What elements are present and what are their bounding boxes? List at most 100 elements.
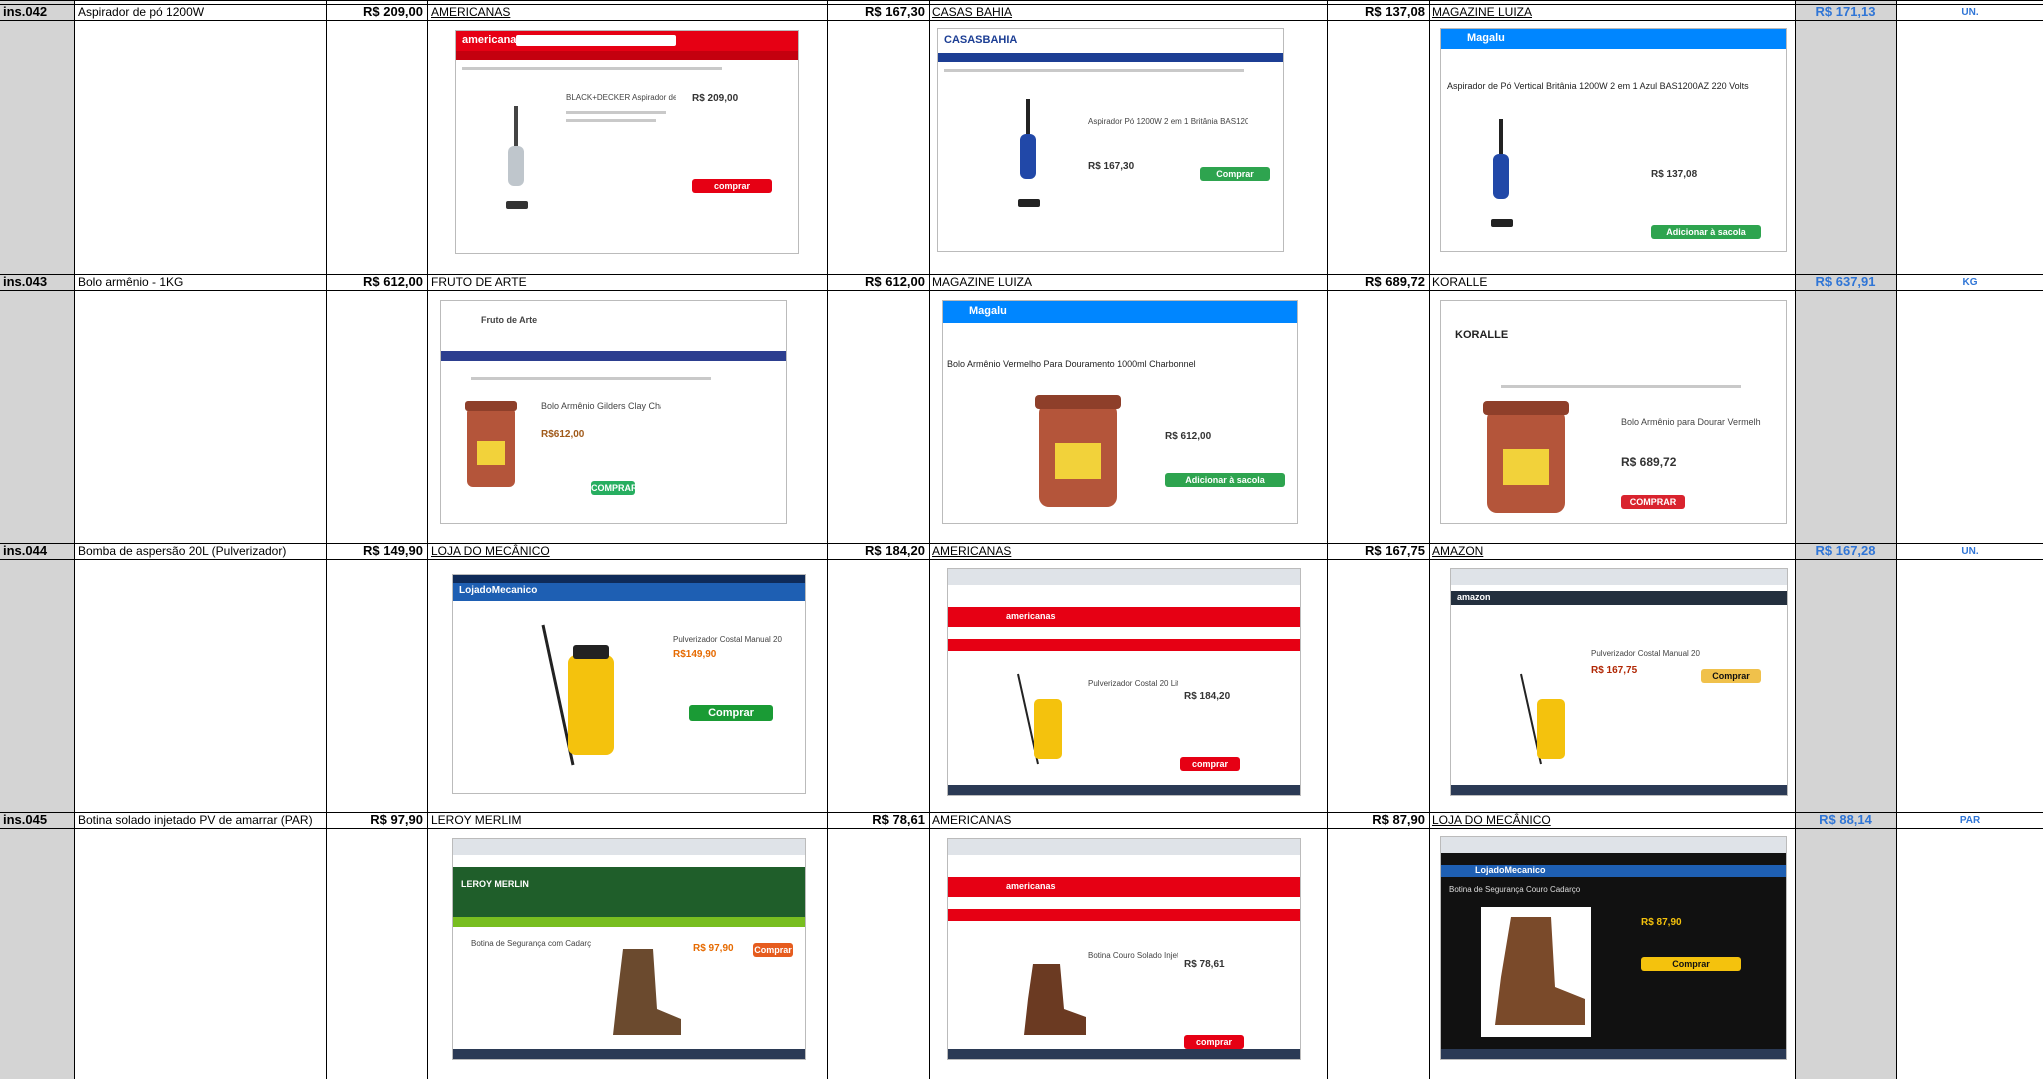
store-screenshot: CASASBAHIA Aspirador Pó 1200W 2 em 1 Bri… — [937, 28, 1284, 252]
price-2: R$ 184,20 — [865, 544, 925, 558]
store-logo: CASASBAHIA — [944, 34, 1018, 46]
average-price: R$ 167,28 — [1815, 544, 1876, 558]
store-3: LOJA DO MECÂNICO — [1432, 813, 1551, 827]
price-3: R$ 87,90 — [1372, 813, 1425, 827]
avg-column-bg — [1795, 0, 1896, 1079]
sprayer-image — [1017, 673, 1062, 765]
store-logo: americanas — [1006, 881, 1056, 891]
product-title: Botina Couro Solado Injetado — [1088, 951, 1178, 960]
store-logo: LojadoMecanico — [1475, 865, 1546, 875]
buy-button[interactable]: Adicionar à sacola — [1165, 473, 1285, 487]
store-2: MAGAZINE LUIZA — [932, 275, 1033, 289]
store-1: AMERICANAS — [431, 5, 511, 19]
store-1: LOJA DO MECÂNICO — [431, 544, 550, 558]
price-2: R$ 78,61 — [872, 813, 925, 827]
item-name: Aspirador de pó 1200W — [78, 5, 205, 19]
boot-image — [613, 949, 681, 1035]
store-1: FRUTO DE ARTE — [431, 275, 527, 289]
product-title: Botina de Segurança Couro Cadarço — [1449, 885, 1581, 894]
product-title: Bolo Armênio para Dourar Vermelho 1000ml… — [1621, 417, 1761, 427]
store-2: AMERICANAS — [932, 813, 1012, 827]
average-price: R$ 637,91 — [1815, 275, 1876, 289]
store-logo: Fruto de Arte — [481, 315, 538, 325]
buy-button[interactable]: comprar — [692, 179, 772, 193]
unit: KG — [1962, 277, 1978, 288]
product-price: R$ 137,08 — [1651, 169, 1698, 180]
store-3: MAGAZINE LUIZA — [1432, 5, 1533, 19]
store-screenshot: Fruto de Arte Bolo Armênio Gilders Clay … — [440, 300, 787, 524]
store-screenshot: KORALLE Bolo Armênio para Dourar Vermelh… — [1440, 300, 1787, 524]
store-screenshot: Magalu Aspirador de Pó Vertical Britânia… — [1440, 28, 1787, 252]
unit: PAR — [1959, 815, 1981, 826]
item-name: Bomba de aspersão 20L (Pulverizador) — [78, 544, 287, 558]
store-logo: Magalu — [1467, 32, 1505, 44]
price-3: R$ 137,08 — [1365, 5, 1425, 19]
boot-image — [1481, 907, 1591, 1037]
unit: UN. — [1961, 546, 1979, 557]
product-price: R$149,90 — [673, 649, 717, 660]
search-bar — [516, 35, 676, 46]
buy-button[interactable]: Comprar — [753, 943, 793, 957]
store-screenshot: americanas BLACK+DECKER Aspirador de Pó … — [455, 30, 799, 254]
buy-button[interactable]: comprar — [1180, 757, 1240, 771]
store-logo: Magalu — [969, 305, 1007, 317]
item-name: Bolo armênio - 1KG — [78, 275, 184, 289]
item-code: ins.044 — [3, 544, 48, 558]
product-price: R$ 689,72 — [1621, 455, 1677, 469]
product-title: Aspirador de Pó Vertical Britânia 1200W … — [1447, 81, 1749, 91]
buy-button[interactable]: Comprar — [1641, 957, 1741, 971]
product-title: Pulverizador Costal 20 Litros — [1088, 679, 1178, 688]
store-1: LEROY MERLIM — [431, 813, 522, 827]
price-1: R$ 97,90 — [370, 813, 423, 827]
buy-button[interactable]: Comprar — [1200, 167, 1270, 181]
product-title: Aspirador Pó 1200W 2 em 1 Britânia BAS12… — [1088, 117, 1248, 126]
vacuum-image — [506, 106, 528, 209]
store-logo: LojadoMecanico — [459, 585, 538, 596]
store-logo: LEROY MERLIN — [461, 879, 529, 889]
buy-button[interactable]: COMPRAR — [591, 481, 638, 495]
buy-button[interactable]: Comprar — [1701, 669, 1761, 683]
item-code: ins.045 — [3, 813, 48, 827]
unit: UN. — [1961, 7, 1979, 18]
store-screenshot: Magalu Bolo Armênio Vermelho Para Douram… — [942, 300, 1298, 524]
product-title: BLACK+DECKER Aspirador de Pó Vertical 12… — [566, 93, 676, 102]
product-title: Pulverizador Costal Manual 20 Litros — [673, 635, 783, 644]
boot-image — [1024, 964, 1086, 1035]
buy-button[interactable]: Adicionar à sacola — [1651, 225, 1761, 239]
buy-button[interactable]: Comprar — [689, 705, 773, 721]
price-2: R$ 612,00 — [865, 275, 925, 289]
average-price: R$ 171,13 — [1815, 5, 1876, 19]
product-price: R$ 167,75 — [1591, 665, 1638, 676]
product-title: Botina de Segurança com Cadarço Marrom — [471, 939, 591, 948]
item-name: Botina solado injetado PV de amarrar (PA… — [78, 813, 313, 827]
product-price: R$ 184,20 — [1184, 691, 1231, 702]
buy-button[interactable]: comprar — [1184, 1035, 1244, 1049]
store-logo: amazon — [1457, 592, 1491, 602]
price-quote-spreadsheet: ins.042 Aspirador de pó 1200W R$ 209,00 … — [0, 0, 2043, 1079]
product-title: Bolo Armênio Gilders Clay Charbonnel Ver… — [541, 401, 661, 411]
store-logo: KORALLE — [1455, 329, 1509, 341]
price-1: R$ 149,90 — [363, 544, 423, 558]
paint-jar-image — [1035, 395, 1121, 507]
product-price: R$ 612,00 — [1165, 431, 1212, 442]
average-price: R$ 88,14 — [1819, 813, 1872, 827]
sprayer-image — [1520, 673, 1565, 765]
paint-jar-image — [1483, 401, 1569, 513]
store-logo: americanas — [462, 34, 523, 46]
store-3: KORALLE — [1432, 275, 1488, 289]
store-screenshot: LojadoMecanico Pulverizador Costal Manua… — [452, 574, 806, 794]
code-column-bg — [0, 0, 74, 1079]
store-3: AMAZON — [1432, 544, 1484, 558]
store-logo: americanas — [1006, 611, 1056, 621]
store-screenshot: americanas Botina Couro Solado Injetado … — [947, 838, 1301, 1060]
price-2: R$ 167,30 — [865, 5, 925, 19]
paint-jar-image — [465, 401, 517, 487]
vacuum-image — [1018, 99, 1040, 207]
sprayer-image — [541, 624, 614, 766]
store-screenshot: amazon Pulverizador Costal Manual 20 Lit… — [1450, 568, 1788, 796]
price-1: R$ 612,00 — [363, 275, 423, 289]
buy-button[interactable]: COMPRAR — [1621, 495, 1685, 509]
product-title: Bolo Armênio Vermelho Para Douramento 10… — [947, 359, 1196, 369]
item-code: ins.042 — [3, 5, 48, 19]
price-1: R$ 209,00 — [363, 5, 423, 19]
